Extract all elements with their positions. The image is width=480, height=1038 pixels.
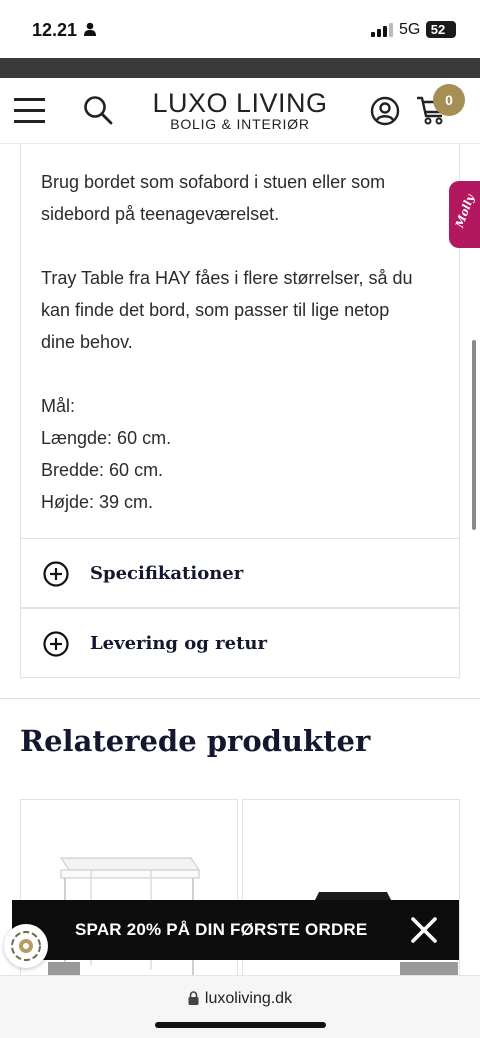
dimensions-heading: Mål: bbox=[41, 396, 76, 416]
rewards-icon bbox=[11, 931, 41, 961]
logo-sub: BOLIG & INTERIØR bbox=[170, 116, 310, 132]
close-icon[interactable] bbox=[410, 916, 438, 944]
lock-icon bbox=[188, 991, 199, 1005]
plus-circle-icon bbox=[43, 561, 69, 587]
related-products-heading: Relaterede produkter bbox=[20, 724, 371, 758]
plus-circle-icon bbox=[43, 631, 69, 657]
home-indicator bbox=[155, 1022, 326, 1028]
accordion-delivery-returns[interactable]: Levering og retur bbox=[20, 608, 460, 678]
battery-icon: 52 bbox=[426, 21, 456, 38]
chat-widget-label: Molly bbox=[453, 192, 477, 230]
site-logo[interactable]: LUXO LIVING BOLIG & INTERIØR bbox=[148, 90, 332, 132]
person-icon bbox=[84, 22, 96, 36]
menu-icon[interactable] bbox=[14, 96, 46, 124]
logo-main: LUXO LIVING bbox=[152, 88, 328, 118]
announcement-strip bbox=[0, 58, 480, 78]
search-icon[interactable] bbox=[83, 95, 113, 125]
accordion-label: Levering og retur bbox=[90, 633, 267, 654]
description-line: Tray Table fra HAY fåes i flere størrels… bbox=[41, 268, 413, 288]
browser-address-bar[interactable]: luxoliving.dk bbox=[0, 975, 480, 1038]
accordion-specifications[interactable]: Specifikationer bbox=[20, 538, 460, 608]
accordion-label: Specifikationer bbox=[90, 563, 244, 584]
description-line: Brug bordet som sofabord i stuen eller s… bbox=[41, 172, 386, 192]
account-icon[interactable] bbox=[370, 96, 400, 126]
rewards-widget[interactable] bbox=[4, 924, 48, 968]
dimension-length: Længde: 60 cm. bbox=[41, 428, 172, 448]
promo-text: SPAR 20% PÅ DIN FØRSTE ORDRE bbox=[75, 920, 368, 939]
description-line: kan finde det bord, som passer til lige … bbox=[41, 300, 390, 320]
status-bar: 12.21 5G 52 bbox=[0, 0, 480, 58]
chat-widget-tab[interactable]: Molly bbox=[449, 181, 480, 248]
status-time: 12.21 bbox=[32, 20, 78, 40]
url-text: luxoliving.dk bbox=[204, 990, 293, 1007]
scrollbar[interactable] bbox=[472, 340, 476, 530]
section-divider bbox=[0, 698, 480, 699]
site-header: LUXO LIVING BOLIG & INTERIØR 0 bbox=[0, 78, 480, 144]
cart-count-badge[interactable]: 0 bbox=[433, 84, 465, 116]
promo-banner[interactable]: SPAR 20% PÅ DIN FØRSTE ORDRE bbox=[12, 900, 459, 960]
network-label: 5G bbox=[399, 21, 421, 38]
description-line: sidebord på teenageværelset. bbox=[41, 204, 280, 224]
signal-icon bbox=[371, 23, 393, 37]
dimension-height: Højde: 39 cm. bbox=[41, 492, 154, 512]
battery-level: 52 bbox=[430, 22, 446, 37]
description-line: dine behov. bbox=[41, 332, 133, 352]
dimension-width: Bredde: 60 cm. bbox=[41, 460, 164, 480]
